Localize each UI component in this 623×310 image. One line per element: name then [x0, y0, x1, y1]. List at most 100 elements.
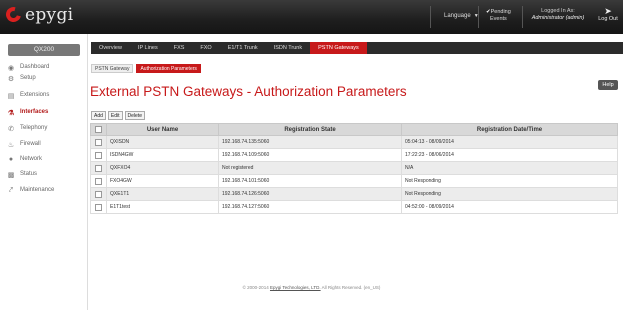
tab-pstn-gateways[interactable]: PSTN Gateways — [310, 42, 367, 54]
registration-state-cell: 192.168.74.135:5060 — [218, 135, 402, 149]
select-all-checkbox[interactable] — [95, 125, 102, 133]
user-name-cell: QXFXO4 — [106, 161, 219, 175]
user-name-cell: E1T1test — [106, 200, 219, 214]
sidebar-item-telephony[interactable]: ✆ Telephony — [6, 125, 47, 137]
tab-ip-lines[interactable]: IP Lines — [130, 42, 166, 54]
logout-icon: ➤ — [604, 6, 612, 16]
authorization-table: User Name Registration State Registratio… — [90, 123, 618, 214]
delete-button[interactable]: Delete — [124, 111, 145, 120]
registration-datetime-cell: 04:52:00 - 08/09/2014 — [401, 200, 618, 214]
sidebar-item-maintenance[interactable]: ⤤ Maintenance — [6, 187, 54, 199]
sidebar-item-extensions[interactable]: ▤ Extensions — [6, 92, 50, 104]
registration-state-cell: 192.168.74.126:5060 — [218, 187, 402, 201]
language-label: Language — [444, 13, 471, 19]
extensions-icon: ▤ — [7, 93, 15, 100]
row-checkbox[interactable] — [95, 138, 102, 146]
row-checkbox[interactable] — [95, 203, 102, 211]
registration-datetime-cell: N/A — [401, 161, 618, 175]
sidebar-item-label: Extensions — [20, 92, 50, 98]
row-checkbox[interactable] — [95, 164, 102, 172]
globe-icon: ● — [8, 156, 14, 163]
row-checkbox[interactable] — [95, 151, 102, 159]
row-checkbox[interactable] — [95, 190, 102, 198]
dashboard-icon: ◉ — [7, 65, 15, 72]
table-row[interactable]: FXO4GW 192.168.74.101:5060 Not Respondin… — [90, 174, 618, 188]
action-toolbar: Add Edit Delete — [91, 111, 147, 120]
column-header-registration-datetime[interactable]: Registration Date/Time — [401, 123, 618, 136]
sidebar-item-interfaces[interactable]: ⚗ Interfaces — [6, 109, 49, 121]
sidebar-item-label: Network — [20, 156, 43, 162]
tab-isdn-trunk[interactable]: ISDN Trunk — [266, 42, 310, 54]
table-row[interactable]: QXISDN 192.168.74.135:5060 05:04:13 - 08… — [90, 135, 618, 149]
epygi-logo-mark-icon — [3, 4, 24, 26]
events-label: Events — [489, 16, 507, 22]
select-all-cell — [90, 123, 107, 136]
row-select-cell — [90, 174, 107, 188]
subtab-pstn-gateway[interactable]: PSTN Gateway — [91, 64, 134, 73]
subtab-authorization-parameters[interactable]: Authorization Parameters — [136, 64, 201, 73]
registration-state-cell: 192.168.74.101:5060 — [218, 174, 402, 188]
user-name-cell: QXE1T1 — [106, 187, 219, 201]
company-link[interactable]: Epygi Technologies, LTD. — [270, 285, 321, 290]
row-select-cell — [90, 135, 107, 149]
pending-label: Pending — [490, 9, 511, 15]
logout-label: Log Out — [598, 16, 618, 22]
table-row[interactable]: ISDN4GW 192.168.74.109:5060 17:22:23 - 0… — [90, 148, 618, 162]
sidebar-item-label: Interfaces — [20, 109, 49, 115]
table-row[interactable]: E1T1test 192.168.74.127:5060 04:52:00 - … — [90, 200, 618, 214]
interface-tabs: Overview IP Lines FXS FXO E1/T1 Trunk IS… — [91, 42, 623, 54]
header-bar: epygi Language ▼ ✔Pending Events Logged I… — [0, 0, 623, 34]
row-select-cell — [90, 200, 107, 214]
sidebar-item-label: Telephony — [20, 125, 48, 131]
sub-tabs: PSTN Gateway Authorization Parameters — [91, 64, 204, 73]
footer-copyright: © 2000-2014 — [242, 285, 269, 290]
logged-in-user: Administrator (admin) — [531, 15, 585, 21]
phone-icon: ✆ — [8, 126, 14, 133]
language-dropdown[interactable]: Language ▼ — [444, 13, 479, 19]
table-row[interactable]: QXFXO4 Not registered N/A — [90, 161, 618, 175]
header-divider — [430, 6, 431, 28]
footer-rights: All Rights Reserved. (en_US) — [321, 285, 381, 290]
pending-events-button[interactable]: ✔Pending Events — [486, 9, 511, 23]
sidebar-item-label: Dashboard — [20, 64, 50, 70]
registration-datetime-cell: Not Responding — [401, 174, 618, 188]
logout-button[interactable]: ➤ Log Out — [594, 7, 622, 23]
tab-overview[interactable]: Overview — [91, 42, 130, 54]
gear-icon: ⚙ — [7, 76, 15, 83]
sidebar-item-setup[interactable]: ⚙ Setup — [6, 75, 36, 87]
user-name-cell: FXO4GW — [106, 174, 219, 188]
tab-fxo[interactable]: FXO — [192, 42, 219, 54]
sidebar-item-label: Maintenance — [20, 187, 55, 193]
column-header-registration-state[interactable]: Registration State — [218, 123, 402, 136]
registration-datetime-cell: 05:04:13 - 08/09/2014 — [401, 135, 618, 149]
sidebar-item-firewall[interactable]: ♨ Firewall — [6, 141, 41, 153]
row-select-cell — [90, 187, 107, 201]
column-header-user-name[interactable]: User Name — [106, 123, 219, 136]
device-title: QX200 — [8, 44, 80, 56]
add-button[interactable]: Add — [91, 111, 106, 120]
table-row[interactable]: QXE1T1 192.168.74.126:5060 Not Respondin… — [90, 187, 618, 201]
registration-datetime-cell: 17:22:23 - 08/06/2014 — [401, 148, 618, 162]
sidebar-item-label: Status — [20, 171, 38, 177]
edit-button[interactable]: Edit — [107, 111, 123, 120]
sidebar-item-status[interactable]: ▩ Status — [6, 171, 37, 183]
sidebar-item-label: Firewall — [20, 141, 41, 147]
registration-state-cell: 192.168.74.109:5060 — [218, 148, 402, 162]
help-button[interactable]: Help — [598, 80, 618, 90]
user-name-cell: QXISDN — [106, 135, 219, 149]
header-divider — [478, 6, 479, 28]
tab-fxs[interactable]: FXS — [166, 42, 193, 54]
tab-e1-t1-trunk[interactable]: E1/T1 Trunk — [220, 42, 266, 54]
registration-datetime-cell: Not Responding — [401, 187, 618, 201]
sidebar-item-label: Setup — [20, 75, 36, 81]
footer: © 2000-2014 Epygi Technologies, LTD. All… — [0, 285, 623, 290]
row-checkbox[interactable] — [95, 177, 102, 185]
table-header-row: User Name Registration State Registratio… — [90, 123, 618, 136]
user-name-cell: ISDN4GW — [106, 148, 219, 162]
logged-in-info: Logged In As: Administrator (admin) — [528, 8, 588, 22]
header-divider — [522, 6, 523, 28]
sidebar-item-network[interactable]: ● Network — [6, 156, 42, 168]
wrench-icon: ⤤ — [9, 187, 13, 194]
epygi-logo[interactable]: epygi — [3, 4, 73, 26]
registration-state-cell: Not registered — [218, 161, 402, 175]
